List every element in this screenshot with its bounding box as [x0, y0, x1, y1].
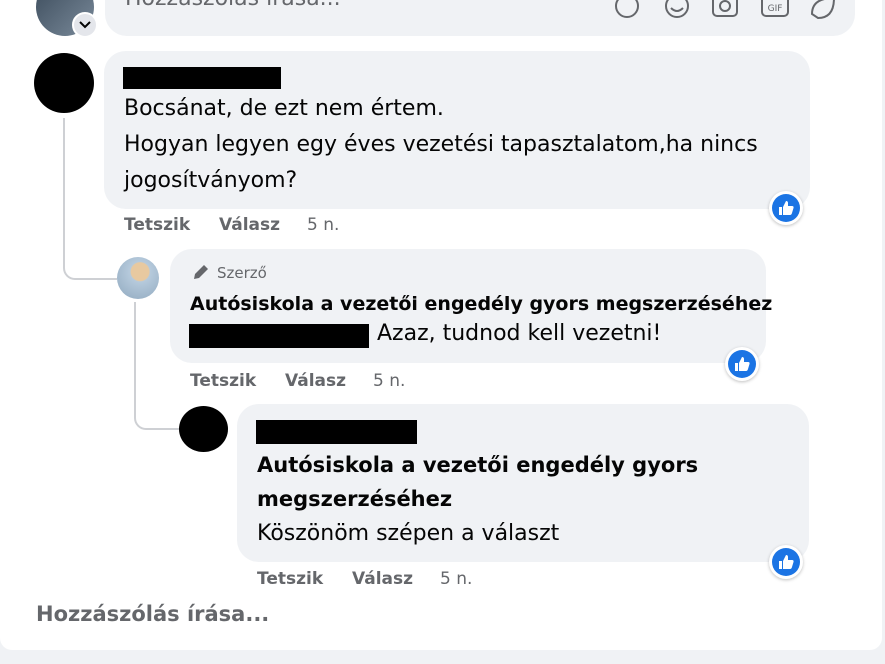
like-icon — [779, 555, 794, 569]
top-comment-input[interactable]: Hozzászolás írása... GIF — [105, 0, 855, 36]
like-button[interactable]: Tetszik — [190, 371, 256, 391]
top-comment-placeholder: Hozzászolás írása... — [125, 0, 341, 11]
reply-author-name[interactable]: Autósiskola a vezetői engedély gyors meg… — [190, 293, 772, 315]
chevron-down-icon[interactable] — [72, 12, 98, 38]
page-avatar[interactable] — [117, 257, 159, 299]
comment-text-line: Bocsánat, de ezt nem értem. — [124, 96, 444, 121]
avatar[interactable] — [179, 406, 228, 452]
mention-link[interactable]: megszerzéséhez — [257, 482, 452, 516]
reply-bubble: Szerző Autósiskola a vezetői engedély gy… — [170, 249, 772, 363]
gif-icon[interactable]: GIF — [761, 0, 789, 24]
bottom-comment-input[interactable]: Hozzászólás írása... — [36, 602, 269, 626]
like-reaction-badge[interactable] — [769, 545, 803, 579]
redacted-author-name — [123, 67, 281, 89]
comment-text-line: Hogyan legyen egy éves vezetési tapaszta… — [124, 132, 758, 157]
reply-button[interactable]: Válasz — [352, 569, 413, 589]
sticker-icon[interactable] — [613, 0, 641, 24]
like-button[interactable]: Tetszik — [257, 569, 323, 589]
reply-text: Azaz, tudnod kell vezetni! — [377, 321, 662, 346]
like-icon — [779, 201, 794, 215]
emoji-icon[interactable] — [663, 0, 691, 24]
comment-timestamp[interactable]: 5 n. — [307, 215, 339, 235]
svg-text:GIF: GIF — [768, 4, 783, 14]
avatar-sticker-icon[interactable] — [809, 0, 837, 24]
comment-text-line: jogosítványom? — [124, 168, 298, 193]
reply-button[interactable]: Válasz — [219, 215, 280, 235]
like-reaction-badge[interactable] — [769, 191, 803, 225]
redacted-mention — [189, 324, 369, 348]
reply-button[interactable]: Válasz — [285, 371, 346, 391]
like-reaction-badge[interactable] — [725, 347, 759, 381]
reply-timestamp[interactable]: 5 n. — [373, 371, 405, 391]
redacted-author-name — [256, 420, 417, 444]
comment-bubble: Bocsánat, de ezt nem értem. Hogyan legye… — [104, 51, 810, 209]
reply-bubble: Autósiskola a vezetői engedély gyors meg… — [237, 404, 809, 562]
camera-icon[interactable] — [711, 0, 739, 24]
avatar[interactable] — [34, 53, 94, 113]
like-button[interactable]: Tetszik — [124, 215, 190, 235]
pencil-icon — [191, 262, 211, 282]
author-badge: Szerző — [217, 264, 267, 282]
mention-link[interactable]: Autósiskola a vezetői engedély gyors — [257, 448, 698, 482]
reply-timestamp[interactable]: 5 n. — [440, 569, 472, 589]
like-icon — [735, 357, 750, 371]
reply-text: Köszönöm szépen a választ — [257, 521, 560, 546]
